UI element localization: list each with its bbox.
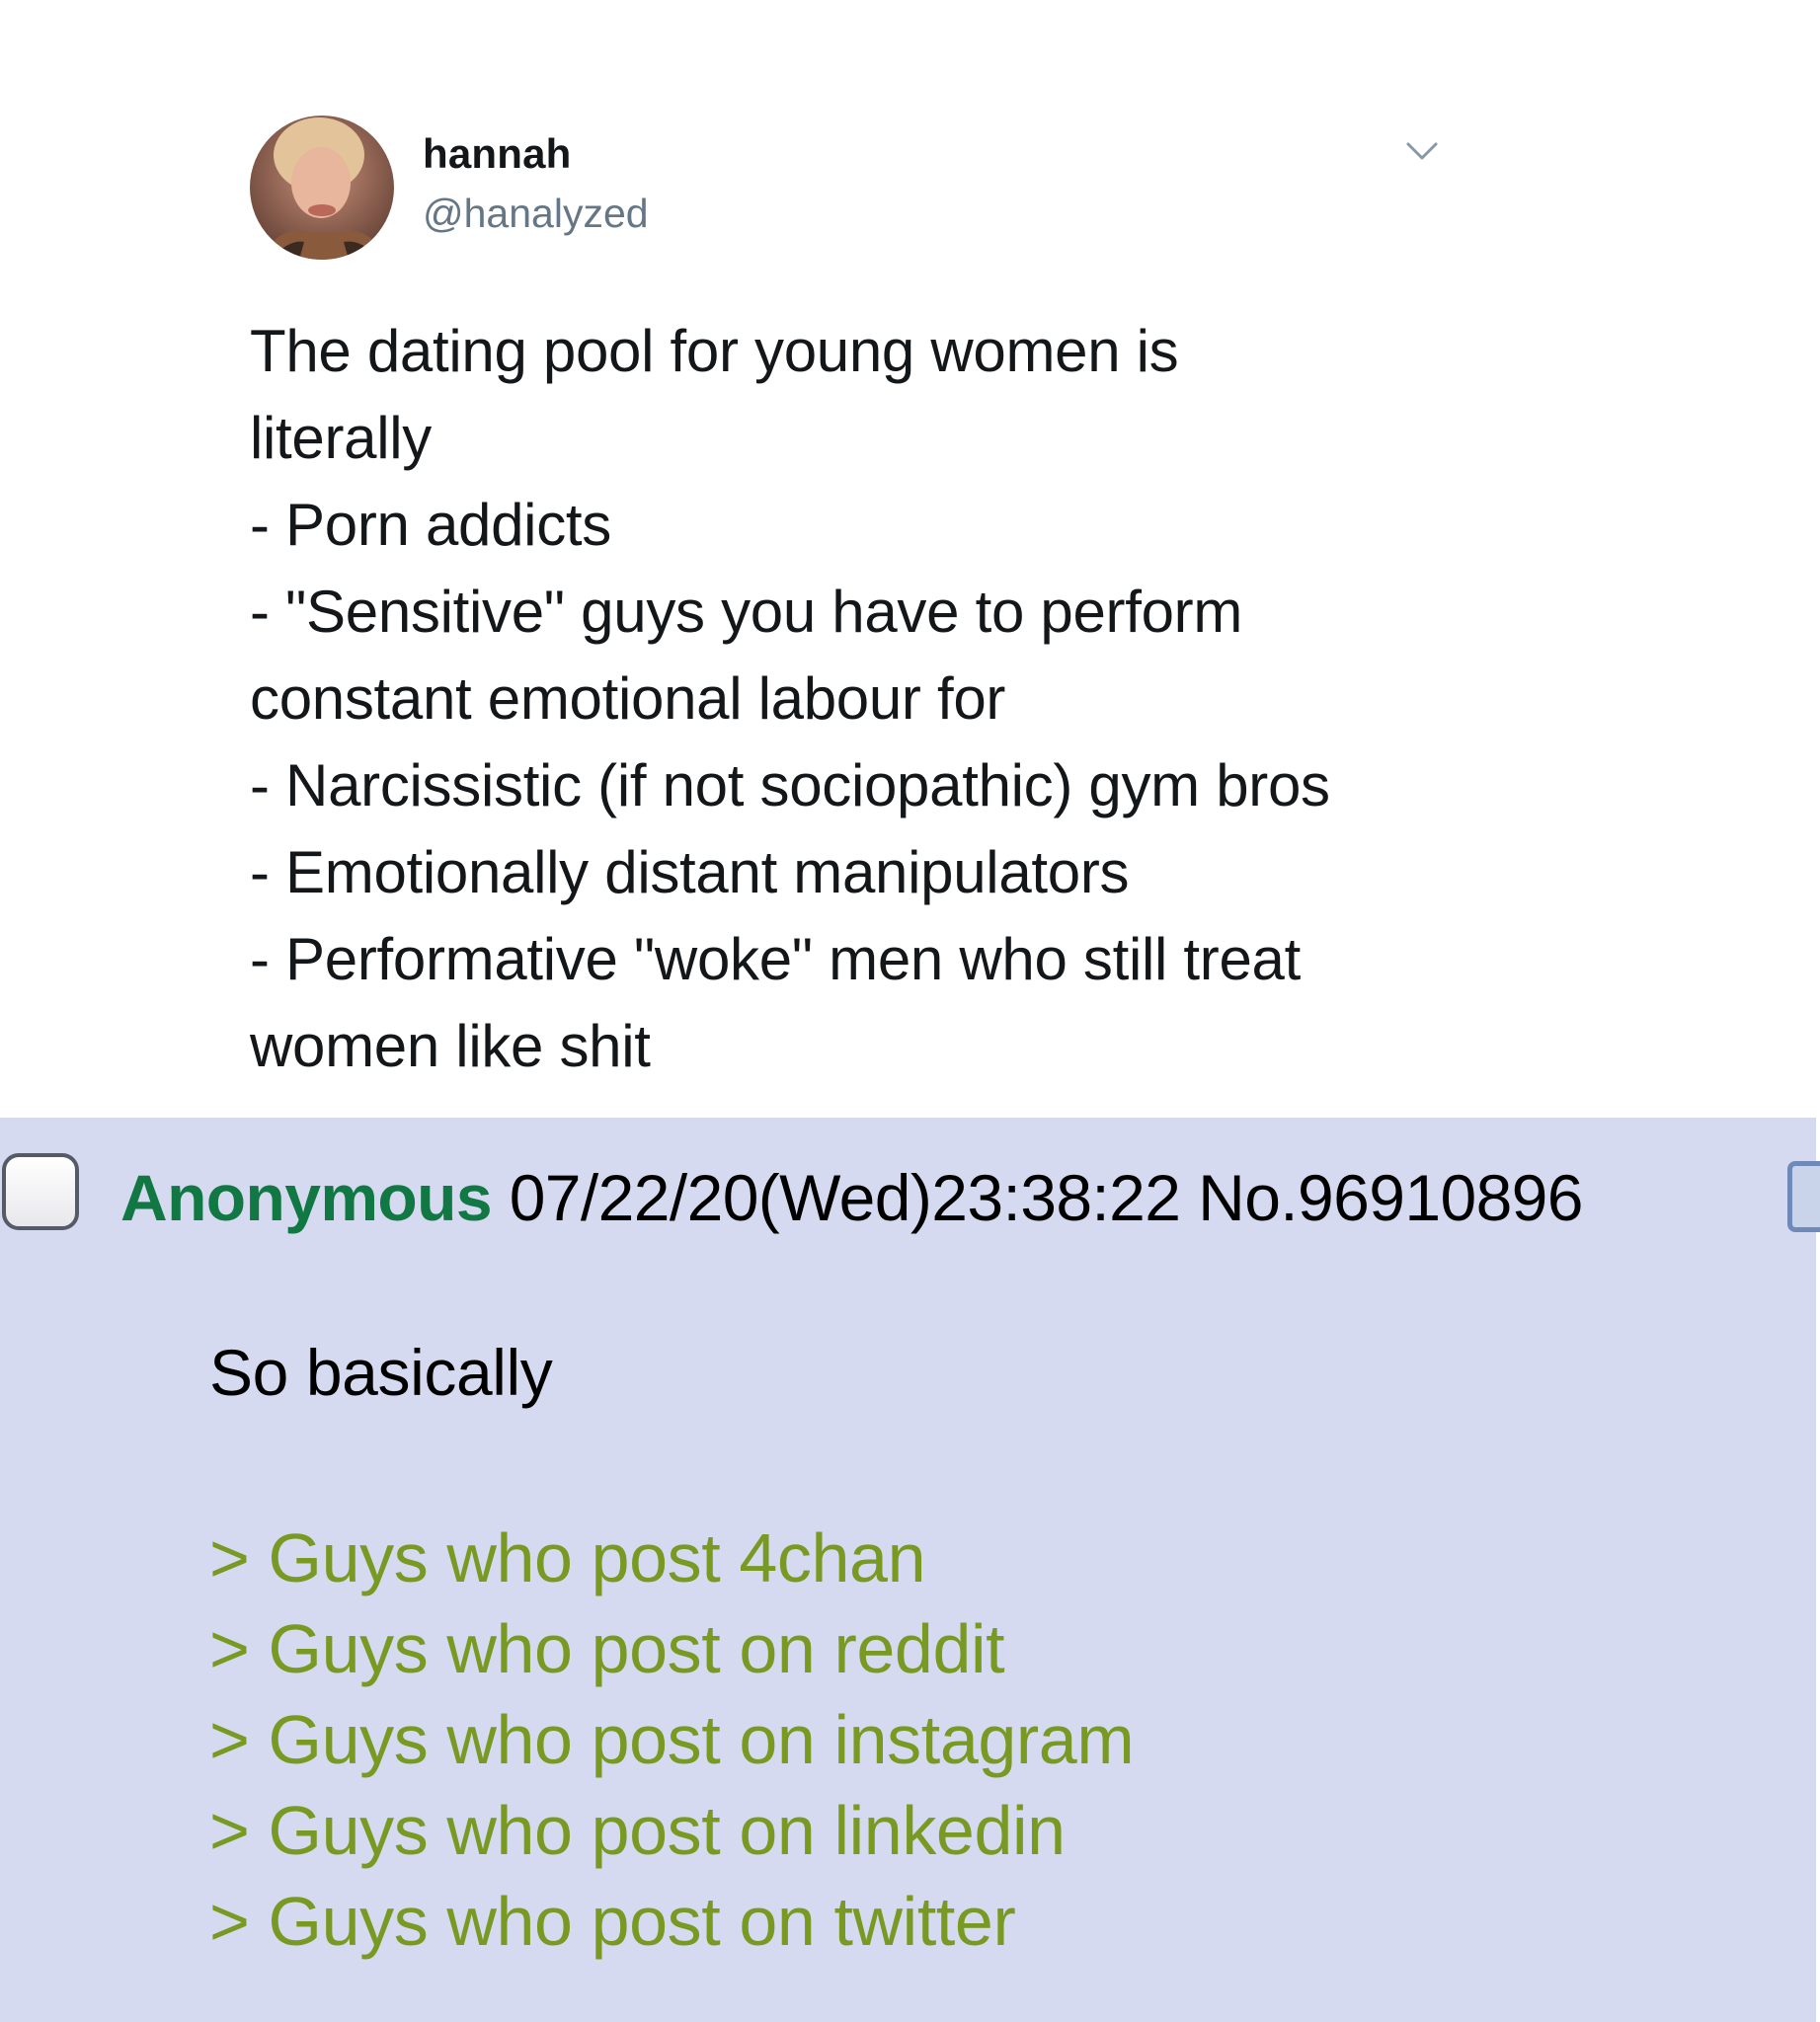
tweet-text: The dating pool for young women is liter… xyxy=(250,308,1534,1090)
post-number-link[interactable]: No.96910896 xyxy=(1198,1161,1583,1234)
greentext-line: > Guys who post on instagram xyxy=(209,1701,1135,1778)
chevron-down-icon[interactable] xyxy=(1402,136,1442,166)
tweet-line: - Emotionally distant manipulators xyxy=(250,839,1130,905)
imageboard-post: Anonymous 07/22/20(Wed)23:38:22 No.96910… xyxy=(0,1118,1820,2022)
tweet-line: - Porn addicts xyxy=(250,492,611,558)
greentext-line: > Guys who post 4chan xyxy=(209,1519,926,1596)
tweet-line: constant emotional labour for xyxy=(250,665,1006,732)
tweet-line: literally xyxy=(250,405,433,471)
greentext-block: > Guys who post 4chan > Guys who post on… xyxy=(209,1513,1135,1967)
user-handle[interactable]: @hanalyzed xyxy=(423,191,649,237)
tweet-card: hannah @hanalyzed The dating pool for yo… xyxy=(0,0,1820,1118)
display-name[interactable]: hannah xyxy=(423,130,572,178)
tweet-line: - Performative "woke" men who still trea… xyxy=(250,926,1301,992)
post-menu-button[interactable] xyxy=(1787,1161,1820,1232)
avatar[interactable] xyxy=(250,116,394,260)
greentext-line: > Guys who post on linkedin xyxy=(209,1792,1066,1869)
tweet-line: The dating pool for young women is xyxy=(250,318,1179,384)
post-body-text: So basically xyxy=(209,1336,553,1409)
greentext-line: > Guys who post on reddit xyxy=(209,1610,1005,1687)
tweet-line: - "Sensitive" guys you have to perform xyxy=(250,579,1242,645)
post-datetime: 07/22/20(Wed)23:38:22 xyxy=(509,1161,1181,1234)
post-select-checkbox[interactable] xyxy=(2,1153,79,1230)
greentext-line: > Guys who post on twitter xyxy=(209,1883,1016,1960)
tweet-line: women like shit xyxy=(250,1013,651,1079)
tweet-line: - Narcissistic (if not sociopathic) gym … xyxy=(250,752,1330,818)
divider xyxy=(1816,1118,1820,2022)
poster-name: Anonymous xyxy=(120,1161,493,1234)
post-header: Anonymous 07/22/20(Wed)23:38:22 No.96910… xyxy=(120,1159,1584,1236)
